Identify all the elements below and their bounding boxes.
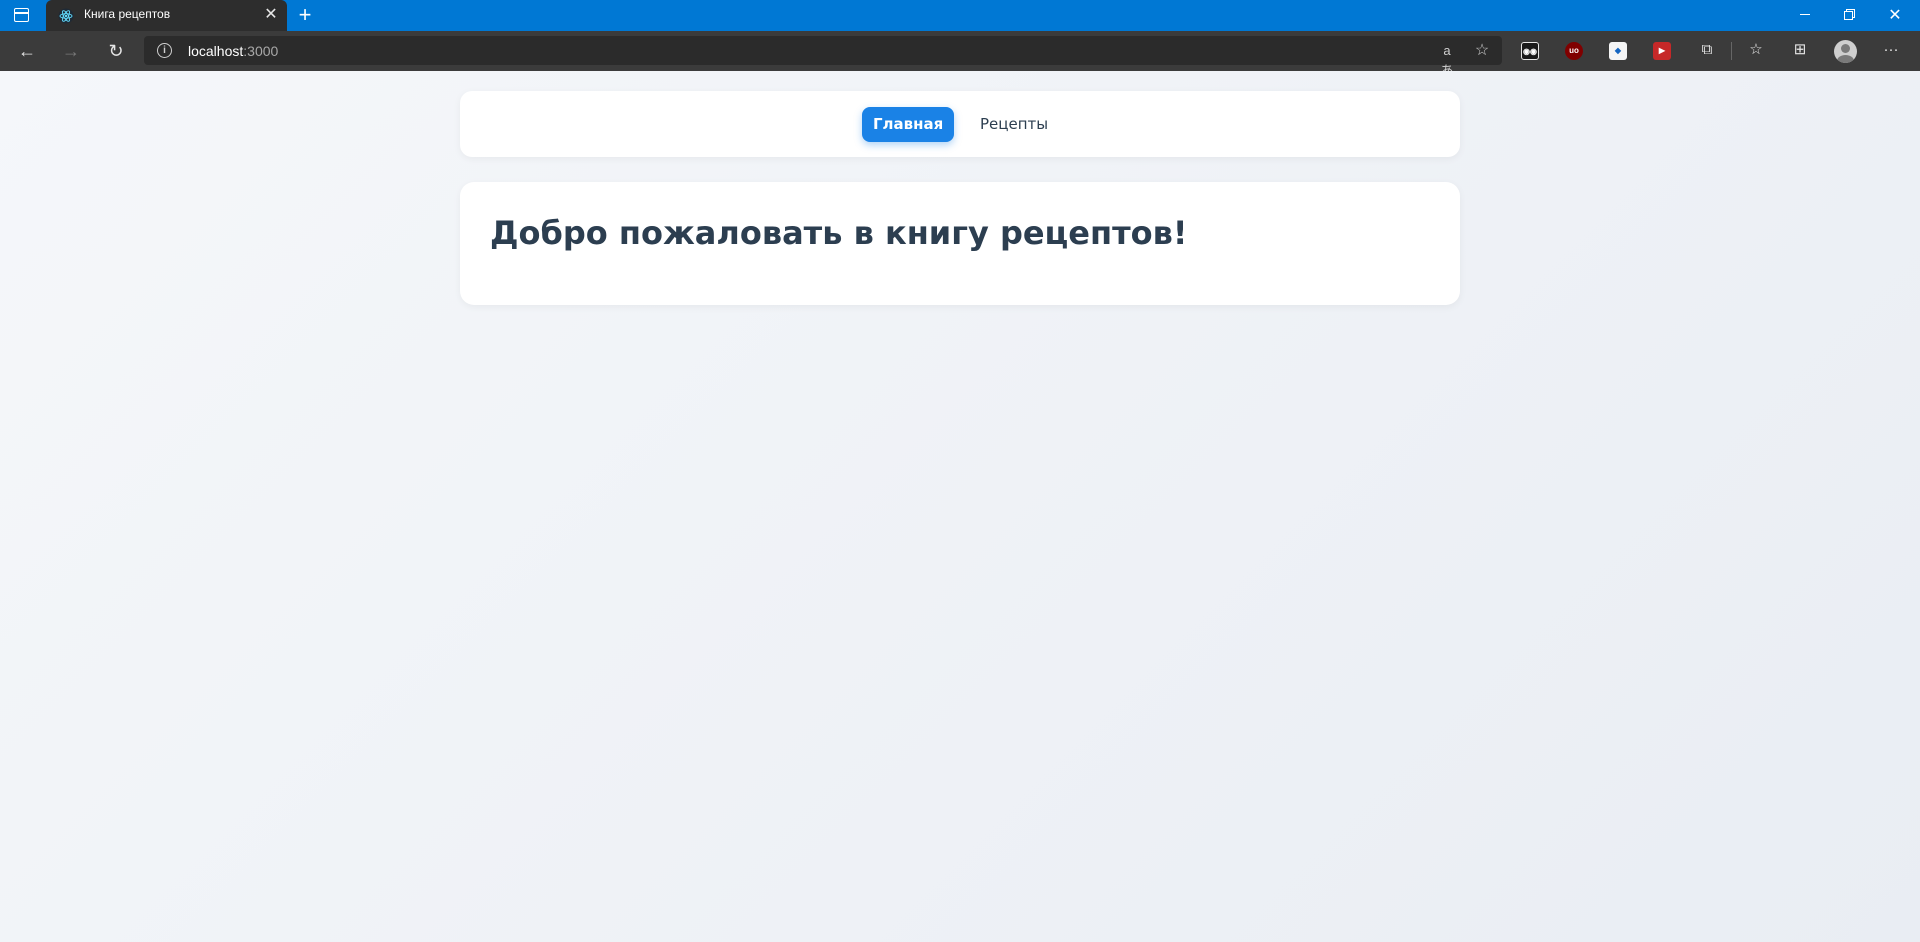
restore-icon[interactable] (1828, 0, 1872, 31)
tab-title: Книга рецептов (84, 7, 171, 21)
nav-link-recipes[interactable]: Рецепты (969, 107, 1059, 142)
ext-reader-icon[interactable]: ◉◉ (1521, 42, 1539, 60)
url-host: localhost (188, 43, 244, 59)
refresh-icon[interactable]: ↻ (101, 36, 131, 66)
favorites-icon[interactable]: ☆ (1745, 39, 1767, 61)
page-content: Главная Рецепты Добро пожаловать в книгу… (0, 71, 1920, 942)
read-aloud-icon[interactable]: aあ (1437, 41, 1457, 78)
back-icon[interactable]: ← (12, 36, 42, 66)
browser-tab-active[interactable]: Книга рецептов ✕ (46, 0, 287, 31)
collections-icon[interactable]: ⊞ (1789, 39, 1811, 61)
nav-link-home[interactable]: Главная (862, 107, 955, 142)
site-navbar: Главная Рецепты (460, 91, 1460, 157)
address-bar[interactable]: i localhost:3000 aあ ☆ (144, 36, 1502, 78)
profile-avatar[interactable] (1834, 40, 1857, 63)
browser-titlebar: Книга рецептов ✕ + ✕ (0, 0, 1920, 31)
minimize-icon[interactable] (1783, 0, 1827, 31)
new-tab-icon[interactable]: + (294, 3, 316, 27)
url-port: :3000 (243, 43, 279, 59)
ext-video-icon[interactable]: ▶ (1653, 42, 1671, 60)
window-close-icon[interactable]: ✕ (1873, 0, 1917, 31)
toolbar-divider (1731, 42, 1732, 60)
react-icon (58, 8, 74, 24)
welcome-card: Добро пожаловать в книгу рецептов! (460, 182, 1460, 305)
forward-icon[interactable]: → (56, 36, 86, 66)
info-icon[interactable]: i (157, 43, 172, 58)
add-favorite-icon[interactable]: ☆ (1472, 41, 1492, 61)
ext-dev-icon[interactable]: ◆ (1609, 42, 1627, 60)
more-menu-icon[interactable]: ··· (1880, 39, 1902, 61)
tab-close-icon[interactable]: ✕ (262, 5, 280, 25)
browser-toolbar: ← → ↻ i localhost:3000 aあ ☆ ◉◉ uo ◆ ▶ ⧉ … (0, 31, 1920, 78)
url-text[interactable]: localhost:3000 (188, 43, 278, 59)
extensions-puzzle-icon[interactable]: ⧉ (1696, 39, 1718, 61)
ext-ublock-icon[interactable]: uo (1565, 42, 1583, 60)
page-title: Добро пожаловать в книгу рецептов! (490, 214, 1188, 252)
sidebar-toggle-icon[interactable] (14, 8, 29, 22)
